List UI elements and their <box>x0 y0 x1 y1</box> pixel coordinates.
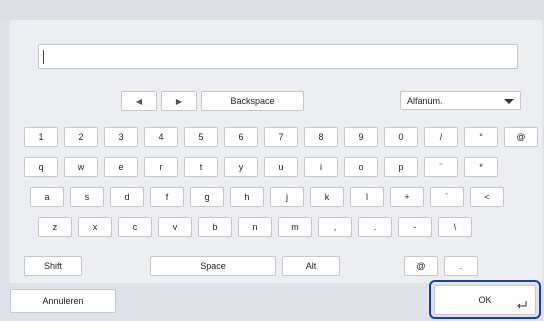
key-minus[interactable]: - <box>398 217 432 237</box>
key-p[interactable]: p <box>384 157 418 177</box>
top-strip <box>0 0 544 20</box>
key-z[interactable]: z <box>38 217 72 237</box>
key-h[interactable]: h <box>230 187 264 207</box>
key-period[interactable]: . <box>358 217 392 237</box>
key-s[interactable]: s <box>70 187 104 207</box>
space-key[interactable]: Space <box>150 256 276 276</box>
cursor-left-button[interactable]: ◀ <box>121 91 157 111</box>
key-w[interactable]: w <box>64 157 98 177</box>
key-g[interactable]: g <box>190 187 224 207</box>
key-c[interactable]: c <box>118 217 152 237</box>
key-7[interactable]: 7 <box>264 127 298 147</box>
key-x[interactable]: x <box>78 217 112 237</box>
input-mode-value: Alfanum. <box>407 96 443 106</box>
chevron-down-icon <box>504 99 514 104</box>
key-u[interactable]: u <box>264 157 298 177</box>
cancel-button[interactable]: Annuleren <box>10 289 116 313</box>
key-j[interactable]: j <box>270 187 304 207</box>
key-v[interactable]: v <box>158 217 192 237</box>
arrow-right-icon: ▶ <box>175 96 183 106</box>
key-comma[interactable]: , <box>318 217 352 237</box>
ok-label: OK <box>478 295 492 305</box>
key-t[interactable]: t <box>184 157 218 177</box>
key-backslash[interactable]: \ <box>438 217 472 237</box>
alt-key[interactable]: Alt <box>282 256 340 276</box>
text-input[interactable] <box>38 44 518 69</box>
key-a[interactable]: a <box>30 187 64 207</box>
key-at-bottom[interactable]: @ <box>404 256 438 276</box>
key-acute[interactable]: ´ <box>430 187 464 207</box>
key-r[interactable]: r <box>144 157 178 177</box>
enter-icon <box>517 301 527 309</box>
key-2[interactable]: 2 <box>64 127 98 147</box>
key-6[interactable]: 6 <box>224 127 258 147</box>
cursor-right-button[interactable]: ▶ <box>161 91 197 111</box>
key-less-than[interactable]: < <box>470 187 504 207</box>
key-asterisk[interactable]: * <box>464 157 498 177</box>
key-5[interactable]: 5 <box>184 127 218 147</box>
key-8[interactable]: 8 <box>304 127 338 147</box>
key-plus[interactable]: + <box>390 187 424 207</box>
input-mode-dropdown[interactable]: Alfanum. <box>400 91 521 110</box>
key-k[interactable]: k <box>310 187 344 207</box>
key-y[interactable]: y <box>224 157 258 177</box>
key-diaeresis[interactable]: ¨ <box>424 157 458 177</box>
key-f[interactable]: f <box>150 187 184 207</box>
key-o[interactable]: o <box>344 157 378 177</box>
text-caret <box>43 50 44 64</box>
key-0[interactable]: 0 <box>384 127 418 147</box>
key-l[interactable]: l <box>350 187 384 207</box>
key-e[interactable]: e <box>104 157 138 177</box>
key-i[interactable]: i <box>304 157 338 177</box>
key-dot-bottom[interactable]: . <box>444 256 478 276</box>
key-degree[interactable]: ° <box>464 127 498 147</box>
arrow-left-icon: ◀ <box>135 96 143 106</box>
ok-button[interactable]: OK <box>434 285 536 315</box>
key-n[interactable]: n <box>238 217 272 237</box>
shift-key[interactable]: Shift <box>24 256 82 276</box>
key-slash[interactable]: / <box>424 127 458 147</box>
key-q[interactable]: q <box>24 157 58 177</box>
key-at[interactable]: @ <box>504 127 538 147</box>
key-1[interactable]: 1 <box>24 127 58 147</box>
key-b[interactable]: b <box>198 217 232 237</box>
key-4[interactable]: 4 <box>144 127 178 147</box>
key-d[interactable]: d <box>110 187 144 207</box>
key-m[interactable]: m <box>278 217 312 237</box>
backspace-key[interactable]: Backspace <box>201 91 304 111</box>
key-9[interactable]: 9 <box>344 127 378 147</box>
key-3[interactable]: 3 <box>104 127 138 147</box>
